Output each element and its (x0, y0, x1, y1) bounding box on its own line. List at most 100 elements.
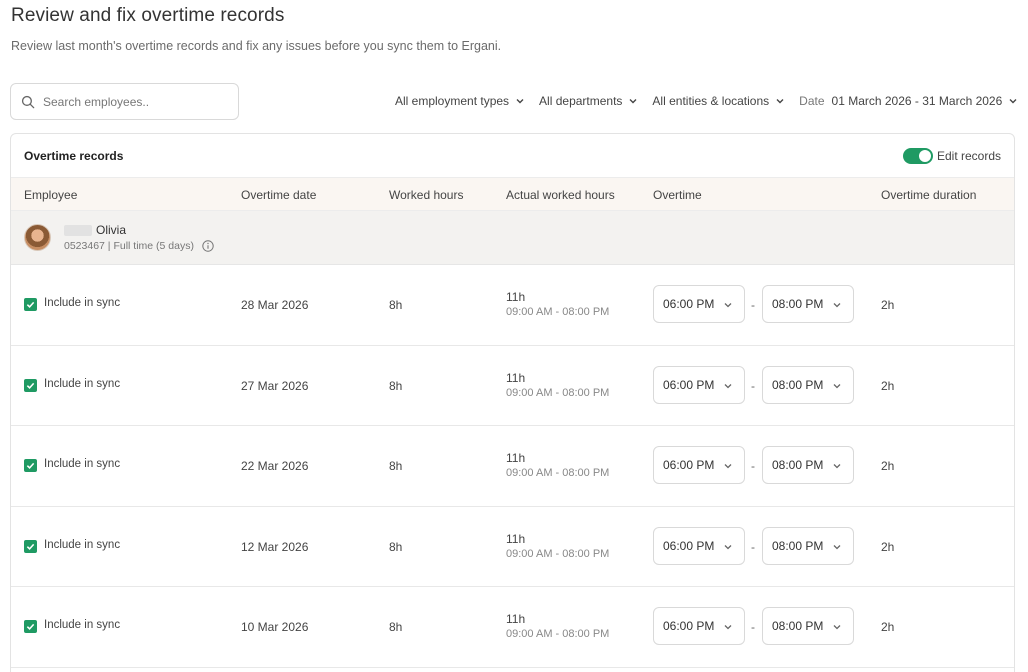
overtime-start-value: 06:00 PM (663, 377, 715, 392)
overtime-end-select[interactable]: 08:00 PM (762, 285, 854, 323)
check-icon (26, 382, 35, 389)
date-filter[interactable]: Date 01 March 2026 - 31 March 2026 (799, 94, 1018, 108)
overtime-date: 28 Mar 2026 (241, 298, 309, 312)
overtime-records-card: Overtime records Edit records Employee O… (10, 133, 1015, 672)
overtime-duration: 2h (881, 459, 895, 473)
actual-worked-hours: 11h (506, 451, 526, 465)
overtime-end-value: 08:00 PM (772, 297, 824, 311)
worked-hours: 8h (389, 378, 403, 393)
search-input[interactable] (43, 94, 223, 109)
actual-worked-range: 09:00 AM - 08:00 PM (506, 467, 610, 479)
employment-type-filter[interactable]: All employment types (395, 94, 525, 108)
overtime-start-value: 06:00 PM (663, 458, 715, 472)
employee-meta: 0523467 | Full time (5 days) (64, 240, 214, 252)
overtime-end-select[interactable]: 08:00 PM (762, 607, 854, 645)
chevron-down-icon (724, 464, 732, 469)
time-separator: - (751, 620, 755, 634)
overtime-start-select[interactable]: 06:00 PM (653, 446, 745, 484)
search-icon (21, 95, 35, 108)
overtime-end-value: 08:00 PM (772, 619, 824, 633)
overtime-date: 12 Mar 2026 (241, 539, 309, 554)
overtime-start-select[interactable]: 06:00 PM (653, 607, 745, 645)
overtime-end-select[interactable]: 08:00 PM (762, 526, 854, 565)
overtime-end-select[interactable]: 08:00 PM (762, 365, 854, 404)
chevron-down-icon (724, 544, 732, 549)
chevron-down-icon (833, 303, 841, 308)
date-filter-value: 01 March 2026 - 31 March 2026 (831, 94, 1003, 108)
column-worked-hours: Worked hours (389, 188, 464, 202)
page-title: Review and fix overtime records (11, 5, 285, 26)
time-separator: - (751, 459, 755, 473)
overtime-duration: 2h (881, 378, 895, 393)
check-icon (26, 543, 35, 550)
employee-name: Olivia (64, 223, 126, 237)
chevron-down-icon (833, 464, 841, 469)
card-title: Overtime records (24, 148, 124, 163)
overtime-end-select[interactable]: 08:00 PM (762, 446, 854, 484)
overtime-duration: 2h (881, 620, 895, 634)
edit-records-toggle[interactable] (902, 147, 933, 164)
overtime-date: 22 Mar 2026 (241, 459, 309, 473)
redacted-name (64, 224, 92, 236)
card-header: Overtime records Edit records (11, 134, 1014, 178)
chevron-down-icon (724, 383, 732, 388)
actual-worked-hours: 11h (506, 370, 526, 385)
table-header: Employee Overtime date Worked hours Actu… (11, 178, 1014, 211)
include-in-sync-checkbox[interactable] (24, 539, 37, 553)
column-overtime: Overtime (653, 188, 702, 202)
employee-name-text: Olivia (96, 223, 127, 237)
info-icon[interactable] (202, 240, 214, 252)
include-in-sync-checkbox[interactable] (24, 378, 37, 392)
worked-hours: 8h (389, 539, 403, 554)
chevron-down-icon (629, 99, 637, 104)
date-filter-label: Date (799, 94, 825, 108)
overtime-start-select[interactable]: 06:00 PM (653, 365, 745, 404)
chevron-down-icon (724, 625, 732, 630)
worked-hours: 8h (389, 298, 403, 312)
overtime-end-value: 08:00 PM (772, 538, 824, 553)
include-in-sync-label: Include in sync (44, 297, 121, 309)
overtime-date: 10 Mar 2026 (241, 620, 309, 634)
entity-location-filter[interactable]: All entities & locations (652, 94, 785, 108)
worked-hours: 8h (389, 620, 403, 634)
actual-worked-range: 09:00 AM - 08:00 PM (506, 306, 610, 318)
avatar (24, 224, 51, 251)
overtime-duration: 2h (881, 539, 895, 554)
include-in-sync-checkbox[interactable] (24, 459, 37, 472)
check-icon (26, 462, 35, 469)
overtime-start-value: 06:00 PM (663, 297, 715, 311)
department-filter-label: All departments (539, 94, 623, 108)
overtime-end-value: 08:00 PM (772, 377, 824, 392)
include-in-sync-label: Include in sync (44, 619, 121, 631)
include-in-sync-checkbox[interactable] (24, 298, 37, 311)
check-icon (26, 301, 35, 308)
actual-worked-hours: 11h (506, 290, 526, 304)
overtime-start-value: 06:00 PM (663, 619, 715, 633)
department-filter[interactable]: All departments (539, 94, 638, 108)
include-in-sync-checkbox[interactable] (24, 620, 37, 633)
overtime-start-select[interactable]: 06:00 PM (653, 526, 745, 565)
include-in-sync-label: Include in sync (44, 538, 121, 551)
column-overtime-duration: Overtime duration (881, 188, 977, 202)
chevron-down-icon (833, 625, 841, 630)
include-in-sync-label: Include in sync (44, 458, 121, 470)
page-subtitle: Review last month's overtime records and… (11, 39, 502, 53)
chevron-down-icon (516, 99, 524, 104)
time-separator: - (751, 539, 755, 554)
actual-worked-range: 09:00 AM - 08:00 PM (506, 547, 610, 560)
edit-records-label: Edit records (936, 148, 1001, 163)
actual-worked-range: 09:00 AM - 08:00 PM (506, 386, 610, 399)
search-box[interactable] (10, 83, 239, 120)
records-list: Include in sync 28 Mar 2026 8h 11h 09:00… (11, 265, 1014, 668)
table-row: Include in sync 12 Mar 2026 8h 11h 09:00… (11, 507, 1014, 587)
employee-meta-text: 0523467 | Full time (5 days) (64, 240, 194, 252)
overtime-start-select[interactable]: 06:00 PM (653, 285, 745, 323)
column-employee: Employee (24, 188, 78, 202)
employment-type-filter-label: All employment types (395, 94, 510, 108)
worked-hours: 8h (389, 459, 403, 473)
actual-worked-hours: 11h (506, 612, 526, 626)
table-row: Include in sync 27 Mar 2026 8h 11h 09:00… (11, 346, 1014, 426)
overtime-start-value: 06:00 PM (663, 538, 715, 553)
check-icon (26, 623, 35, 630)
overtime-end-value: 08:00 PM (772, 458, 824, 472)
